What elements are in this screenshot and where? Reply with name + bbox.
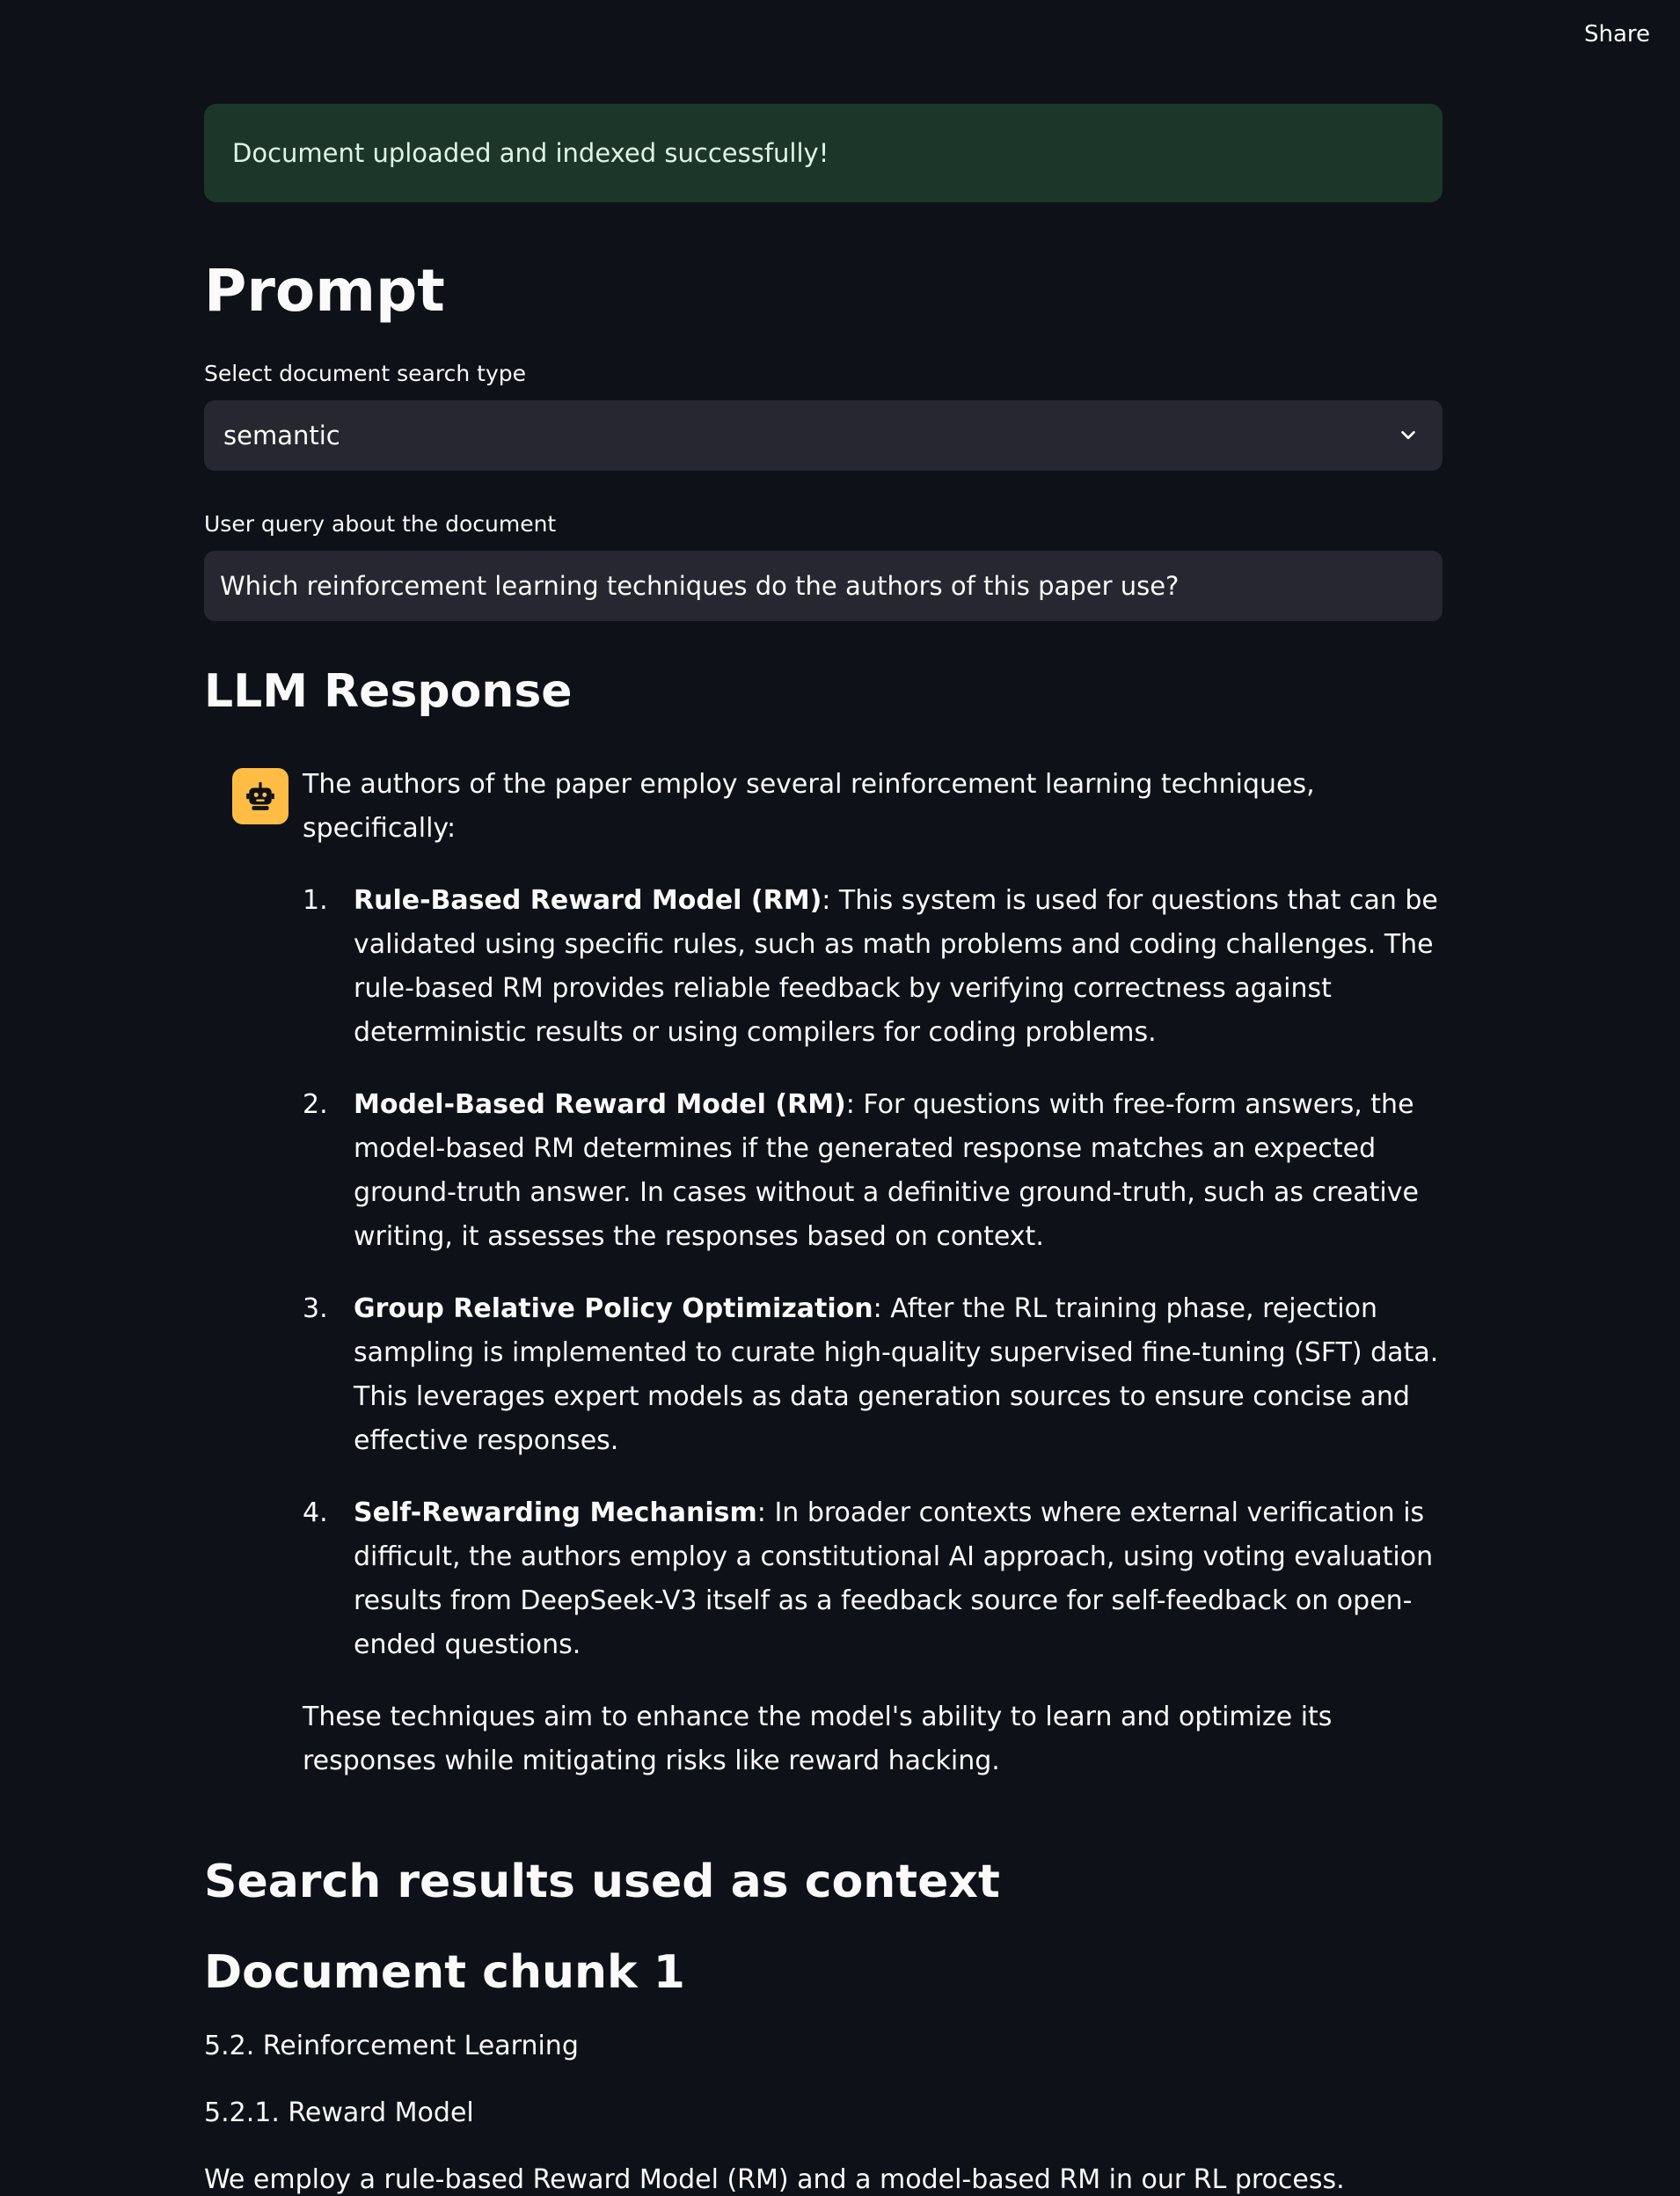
response-intro: The authors of the paper employ several … bbox=[303, 769, 1315, 845]
list-number: 2. bbox=[303, 1089, 328, 1121]
list-item: 2. Model-Based Reward Model (RM): For qu… bbox=[303, 1083, 1439, 1259]
search-type-value: semantic bbox=[223, 421, 340, 450]
llm-response-heading: LLM Response bbox=[204, 665, 573, 718]
list-number: 1. bbox=[303, 885, 328, 917]
list-item-term: Group Relative Policy Optimization bbox=[354, 1293, 873, 1325]
success-alert-text: Document uploaded and indexed successful… bbox=[232, 138, 829, 168]
top-bar: Share bbox=[0, 0, 1680, 74]
prompt-heading: Prompt bbox=[204, 257, 445, 325]
chunk-line: We employ a rule-based Reward Model (RM)… bbox=[204, 2163, 1345, 2195]
list-item: 1. Rule-Based Reward Model (RM): This sy… bbox=[303, 879, 1439, 1055]
list-number: 3. bbox=[303, 1293, 328, 1325]
search-results-heading: Search results used as context bbox=[204, 1856, 1000, 1909]
list-item-term: Rule-Based Reward Model (RM) bbox=[354, 885, 822, 917]
list-item: 3. Group Relative Policy Optimization: A… bbox=[303, 1287, 1439, 1463]
assistant-message: The authors of the paper employ several … bbox=[204, 763, 1443, 1783]
list-number: 4. bbox=[303, 1497, 328, 1529]
list-item-term: Self-Rewarding Mechanism bbox=[354, 1497, 757, 1529]
document-chunk-heading: Document chunk 1 bbox=[204, 1946, 685, 2000]
search-type-label: Select document search type bbox=[204, 361, 526, 386]
chunk-line: 5.2. Reinforcement Learning bbox=[204, 2030, 579, 2061]
list-item-term: Model-Based Reward Model (RM) bbox=[354, 1089, 846, 1121]
search-type-select[interactable]: semantic bbox=[204, 400, 1443, 471]
share-button[interactable]: Share bbox=[1584, 21, 1650, 48]
chunk-line: 5.2.1. Reward Model bbox=[204, 2097, 474, 2128]
main-content: Document uploaded and indexed successful… bbox=[204, 104, 1443, 2196]
list-item: 4. Self-Rewarding Mechanism: In broader … bbox=[303, 1491, 1439, 1667]
success-alert: Document uploaded and indexed successful… bbox=[204, 104, 1443, 202]
query-input[interactable] bbox=[204, 551, 1443, 621]
chevron-down-icon bbox=[1393, 421, 1423, 450]
technique-list: 1. Rule-Based Reward Model (RM): This sy… bbox=[303, 879, 1439, 1667]
query-label: User query about the document bbox=[204, 511, 557, 537]
robot-icon bbox=[232, 768, 289, 825]
response-outro: These techniques aim to enhance the mode… bbox=[303, 1702, 1333, 1777]
